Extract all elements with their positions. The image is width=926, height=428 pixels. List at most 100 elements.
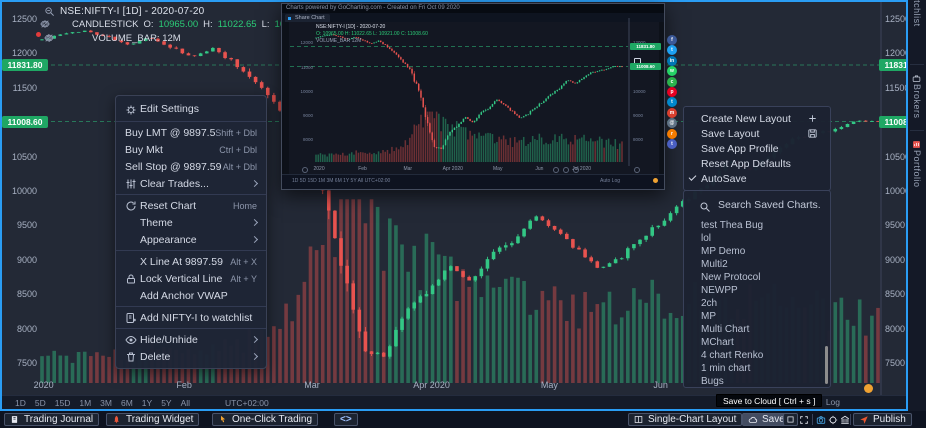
menu-item-appearance[interactable]: Appearance [116, 231, 266, 248]
menu-item-lock-vertical-line[interactable]: Lock Vertical Line Alt + Y [116, 270, 266, 287]
tab-watchlist[interactable]: Watchlist [908, 0, 926, 27]
x-axis-label[interactable]: Apr 2020 [410, 380, 454, 390]
gmail-share-button[interactable]: m [667, 108, 677, 118]
saved-chart-item[interactable]: Multi Chart [684, 323, 830, 336]
menu-item-buy-lmt[interactable]: Buy LMT @ 9897.59 Shift + Dbl [116, 124, 266, 141]
price-tick-right[interactable]: 10000 [885, 186, 908, 196]
price-tick-left[interactable]: 8000 [4, 324, 37, 334]
saved-chart-item[interactable]: Multi2 [684, 258, 830, 271]
price-tick-right[interactable]: 11500 [885, 83, 908, 93]
price-tick-right[interactable]: 9000 [885, 255, 905, 265]
price-tick-left[interactable]: 8500 [4, 289, 37, 299]
single-chart-layout-button[interactable]: Single-Chart Layout [628, 413, 742, 426]
saved-chart-item[interactable]: MP Demo [684, 245, 830, 258]
scrollbar-thumb[interactable] [825, 346, 828, 384]
email-share-button[interactable]: @ [667, 118, 677, 128]
saved-chart-item[interactable]: 2ch [684, 297, 830, 310]
code-snippet-button[interactable]: <> [334, 413, 358, 426]
menu-item-autosave[interactable]: AutoSave [684, 171, 830, 186]
saved-charts-search[interactable]: Search Saved Charts. [684, 191, 830, 217]
menu-item-clear-trades[interactable]: Clear Trades... [116, 175, 266, 192]
price-tick-left[interactable]: 11500 [4, 83, 37, 93]
tumblr-share-button[interactable]: t [667, 139, 677, 149]
menu-item-create-new-layout[interactable]: Create New Layout [684, 111, 830, 126]
x-axis-label[interactable]: Jun [639, 380, 683, 390]
x-axis-label[interactable]: Feb [162, 380, 206, 390]
fullscreen-button[interactable] [796, 413, 812, 426]
menu-item-delete[interactable]: Delete [116, 348, 266, 365]
layout-menu: Create New Layout Save Layout Save App P… [683, 106, 831, 191]
gear-icon[interactable] [60, 33, 71, 44]
wechat-share-button[interactable]: c [667, 77, 677, 87]
price-tick-right[interactable]: 7500 [885, 358, 905, 368]
whatsapp-share-button[interactable]: w [667, 66, 677, 76]
price-tick-left[interactable]: 10500 [4, 152, 37, 162]
magnifier-icon[interactable] [44, 6, 55, 17]
timeframe-button[interactable]: All [181, 398, 190, 408]
price-tick-right[interactable]: 8500 [885, 289, 905, 299]
menu-item-save-app-profile[interactable]: Save App Profile [684, 141, 830, 156]
menu-item-save-layout[interactable]: Save Layout [684, 126, 830, 141]
tab-brokers[interactable]: Brokers [908, 70, 926, 119]
menu-item-sell-stop[interactable]: Sell Stop @ 9897.59 Alt + Dbl [116, 158, 266, 175]
log-scale-toggle[interactable]: Log [826, 397, 840, 407]
saved-chart-item[interactable]: 1 min chart [684, 362, 830, 375]
timeframe-button[interactable]: 1D [15, 398, 26, 408]
saved-chart-item[interactable]: New Protocol [684, 271, 830, 284]
timeframe-button[interactable]: 5D [35, 398, 46, 408]
menu-item-hide-unhide[interactable]: Hide/Unhide [116, 331, 266, 348]
price-tick-left[interactable]: 9000 [4, 255, 37, 265]
saved-chart-item[interactable]: Bugs [684, 375, 830, 388]
saved-chart-item[interactable]: NEWPP [684, 284, 830, 297]
price-tick-left[interactable]: 12500 [4, 14, 37, 24]
timeframe-button[interactable]: 3M [100, 398, 112, 408]
trading-widget-button[interactable]: Trading Widget [106, 413, 199, 426]
timeframe-button[interactable]: 1Y [142, 398, 152, 408]
menu-item-add-to-watchlist[interactable]: Add NIFTY-I to watchlist [116, 309, 266, 326]
menu-item-add-anchor-vwap[interactable]: Add Anchor VWAP [116, 287, 266, 304]
menu-item-x-line[interactable]: X Line At 9897.59 Alt + X [116, 253, 266, 270]
one-click-trading-button[interactable]: One-Click Trading [212, 413, 318, 426]
price-tick-right[interactable]: 12000 [885, 48, 908, 58]
reddit-share-button[interactable]: r [667, 129, 677, 139]
price-tick-right[interactable]: 12500 [885, 14, 908, 24]
menu-item-reset-app-defaults[interactable]: Reset App Defaults [684, 156, 830, 171]
timeframe-button[interactable]: 6M [121, 398, 133, 408]
publish-button[interactable]: Publish [853, 413, 912, 426]
saved-chart-item[interactable]: test Thea Bug [684, 219, 830, 232]
menu-item-reset-chart[interactable]: Reset Chart Home [116, 197, 266, 214]
trading-journal-button[interactable]: Trading Journal [4, 413, 99, 426]
x-axis-label[interactable]: 2020 [22, 380, 66, 390]
price-tick-right[interactable]: 9500 [885, 220, 905, 230]
timeframe-button[interactable]: 1M [79, 398, 91, 408]
notification-dot[interactable] [864, 384, 873, 393]
rocket-icon [112, 415, 122, 425]
utc-offset[interactable]: UTC+02:00 [225, 398, 269, 408]
twitter-share-button[interactable]: t [667, 45, 677, 55]
price-tick-right[interactable]: 8000 [885, 324, 905, 334]
menu-item-buy-mkt[interactable]: Buy Mkt Ctrl + Dbl [116, 141, 266, 158]
linkedin-share-button[interactable]: in [667, 56, 677, 66]
x-axis-label[interactable]: May [527, 380, 571, 390]
timeframe-button[interactable]: 15D [55, 398, 71, 408]
menu-item-edit-settings[interactable]: Edit Settings [116, 99, 266, 119]
saved-chart-item[interactable]: MChart [684, 336, 830, 349]
tab-portfolio[interactable]: Portfolio [908, 136, 926, 188]
telegram-share-button[interactable]: t [667, 97, 677, 107]
x-axis-label[interactable]: Mar [290, 380, 334, 390]
menu-item-theme[interactable]: Theme [116, 214, 266, 231]
timeframe-button[interactable]: 5Y [161, 398, 171, 408]
saved-chart-item[interactable]: lol [684, 232, 830, 245]
saved-chart-item[interactable]: 4 chart Renko [684, 349, 830, 362]
facebook-share-button[interactable]: f [667, 35, 677, 45]
journal-icon [10, 415, 20, 425]
pinterest-share-button[interactable]: p [667, 87, 677, 97]
eye-icon [125, 334, 140, 345]
gear-icon[interactable] [56, 19, 67, 30]
price-tick-right[interactable]: 10500 [885, 152, 908, 162]
price-tick-left[interactable]: 9500 [4, 220, 37, 230]
saved-chart-item[interactable]: MP [684, 310, 830, 323]
price-tick-left[interactable]: 7500 [4, 358, 37, 368]
price-tick-left[interactable]: 12000 [4, 48, 37, 58]
price-tick-left[interactable]: 10000 [4, 186, 37, 196]
